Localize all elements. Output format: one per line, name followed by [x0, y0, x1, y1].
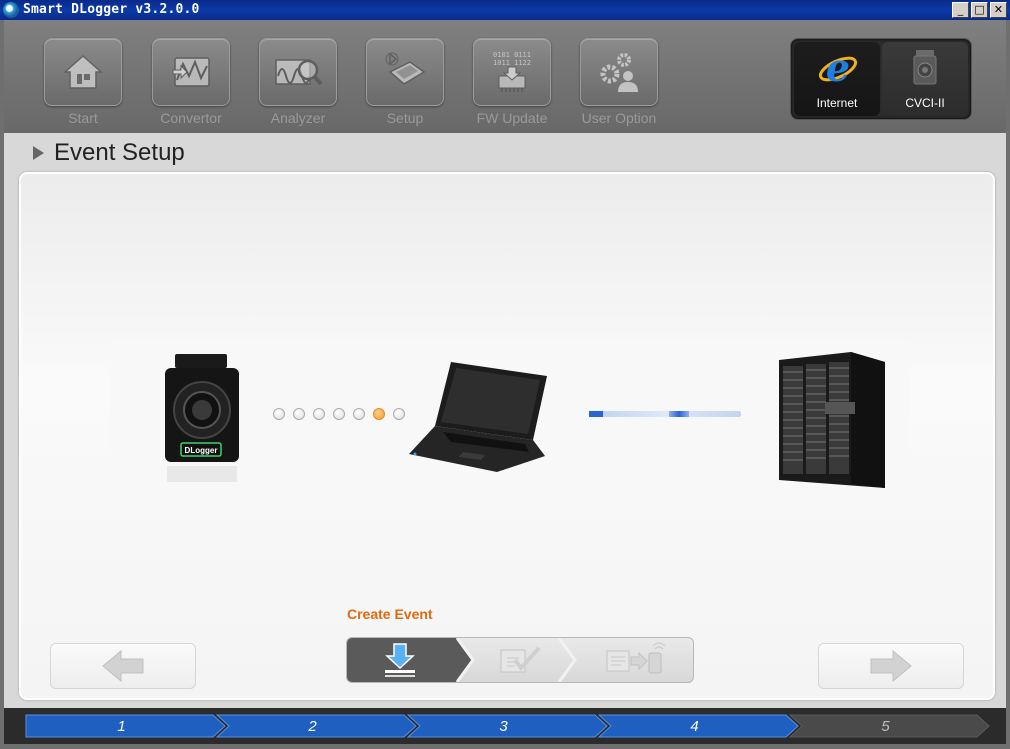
- previous-button[interactable]: [50, 643, 196, 689]
- transfer-device-icon: [606, 642, 666, 674]
- fw-update-icon: 0101 0111 1011 1122: [473, 38, 551, 106]
- next-button[interactable]: [818, 643, 964, 689]
- transfer-segment: [669, 411, 689, 417]
- wizard-step-caption: Create Event: [347, 606, 433, 622]
- toolbar-analyzer-label: Analyzer: [270, 110, 326, 126]
- toolbar-fw-update-button[interactable]: 0101 0111 1011 1122 FW Update: [473, 38, 551, 126]
- minimize-button[interactable]: _: [952, 2, 969, 18]
- window-title: Smart DLogger v3.2.0.0: [23, 2, 200, 17]
- convertor-icon: [152, 38, 230, 106]
- svg-text:0101 0111: 0101 0111: [493, 51, 531, 59]
- toolbar-fw-update-label: FW Update: [476, 110, 548, 126]
- page-title: Event Setup: [54, 139, 185, 166]
- internet-connection-button[interactable]: e Internet: [794, 42, 880, 116]
- progress-steps: 1 2 3 4 5: [4, 708, 1006, 744]
- arrow-left-icon: [102, 649, 144, 683]
- dlogger-device-image: DLogger: [165, 354, 239, 482]
- transfer-segment: [589, 411, 603, 417]
- edit-check-icon: [500, 646, 541, 673]
- cvci-connection-label: CVCI-II: [905, 96, 945, 110]
- pairing-dots: [273, 408, 405, 420]
- main-toolbar: Start Convertor Analyzer Setup 0101 0111…: [4, 20, 1006, 133]
- setup-icon: [366, 38, 444, 106]
- progress-step-label: 2: [307, 718, 317, 735]
- toolbar-setup-button[interactable]: Setup: [366, 38, 444, 126]
- toolbar-analyzer-button[interactable]: Analyzer: [259, 38, 337, 126]
- pairing-dot: [293, 408, 305, 420]
- svg-text:1011 1122: 1011 1122: [493, 59, 531, 67]
- triangle-bullet-icon: [33, 146, 44, 160]
- cvci-device-icon: [913, 50, 937, 85]
- section-header: Event Setup: [4, 133, 1006, 171]
- pairing-dot: [353, 408, 365, 420]
- title-bar: Smart DLogger v3.2.0.0 _ □ ✕: [0, 0, 1010, 20]
- toolbar-user-option-button[interactable]: User Option: [580, 38, 658, 126]
- progress-step-label: 5: [881, 718, 890, 735]
- pairing-dot: [393, 408, 405, 420]
- toolbar-convertor-label: Convertor: [160, 110, 222, 126]
- svg-text:e: e: [826, 48, 850, 90]
- analyzer-icon: [259, 38, 337, 106]
- home-icon: [44, 38, 122, 106]
- toolbar-setup-label: Setup: [386, 110, 424, 126]
- pairing-dot: [373, 408, 385, 420]
- arrow-right-icon: [870, 649, 912, 683]
- connection-diagram: DLogger: [109, 340, 909, 502]
- app-icon[interactable]: [3, 2, 19, 18]
- cvci-connection-button[interactable]: CVCI-II: [882, 42, 968, 116]
- internet-connection-label: Internet: [816, 96, 858, 110]
- network-transfer-bar: [589, 411, 741, 417]
- pairing-dot: [333, 408, 345, 420]
- window-controls: _ □ ✕: [952, 2, 1007, 18]
- wizard-steps: [346, 637, 694, 683]
- progress-step-label: 4: [690, 718, 698, 735]
- download-icon: [385, 643, 415, 677]
- progress-step-label: 3: [499, 718, 508, 735]
- svg-text:DLogger: DLogger: [185, 446, 218, 455]
- pairing-dot: [273, 408, 285, 420]
- server-rack-image: [779, 352, 885, 488]
- maximize-button[interactable]: □: [971, 2, 988, 18]
- content-panel: DLogger Create Event: [19, 172, 995, 700]
- toolbar-start-label: Start: [68, 110, 98, 126]
- internet-explorer-icon: e: [818, 48, 858, 90]
- toolbar-convertor-button[interactable]: Convertor: [152, 38, 230, 126]
- connection-selector: e Internet CVCI-II: [790, 38, 972, 120]
- close-button[interactable]: ✕: [990, 2, 1007, 18]
- progress-step-label: 1: [117, 718, 125, 735]
- toolbar-user-option-label: User Option: [581, 110, 657, 126]
- laptop-image: [409, 362, 547, 472]
- toolbar-start-button[interactable]: Start: [44, 38, 122, 126]
- pairing-dot: [313, 408, 325, 420]
- user-option-icon: [580, 38, 658, 106]
- main-area: DLogger Create Event: [4, 171, 1006, 708]
